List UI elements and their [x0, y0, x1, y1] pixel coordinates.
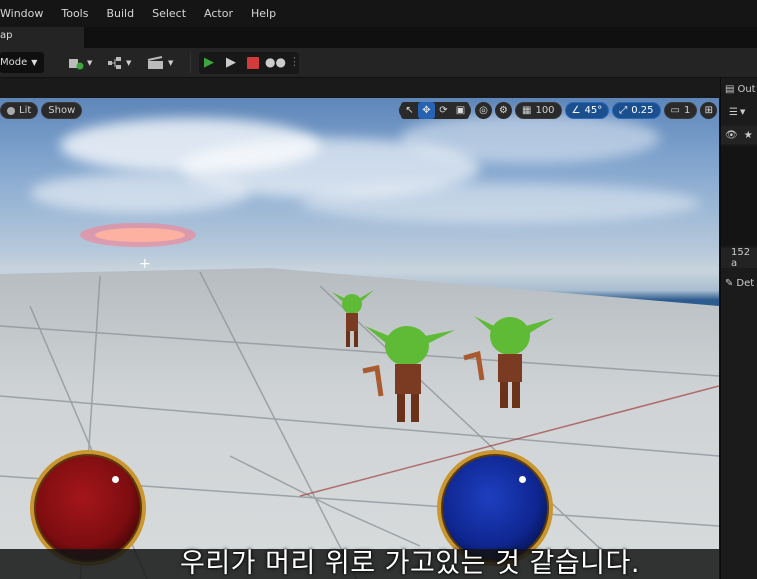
menu-tools[interactable]: Tools: [52, 7, 97, 20]
play-controls: ▶ ▶​ ●● ⋮: [199, 52, 300, 74]
more-options-icon[interactable]: ⋮: [289, 55, 300, 68]
goblin-center[interactable]: [355, 316, 465, 436]
lit-mode-button[interactable]: Lit: [0, 102, 39, 119]
filter-button[interactable]: ☰ ▼: [721, 102, 757, 122]
level-viewport[interactable]: + Lit Show ↖ ✥ ⟳ ▣ ◎ ⚙ ▦ 100 ∠ 45° ⤢ 0.2…: [0, 98, 719, 579]
chevron-down-icon: ▼: [168, 59, 174, 67]
grid-snap-button[interactable]: ▦ 100: [515, 102, 562, 119]
camera-speed-button[interactable]: ▭ 1: [663, 102, 698, 119]
lit-label: Lit: [19, 105, 32, 116]
camera-icon: ▭: [670, 105, 680, 116]
filter-icon: ☰: [729, 106, 738, 118]
orb-highlight: [519, 476, 526, 483]
step-icon[interactable]: ▶​: [226, 55, 236, 70]
crosshair-icon: +: [139, 256, 151, 272]
outliner-label: Out: [737, 83, 756, 95]
outliner-tab[interactable]: ▤ Out: [721, 80, 757, 98]
actor-count: 152 a: [721, 247, 757, 269]
show-button[interactable]: Show: [41, 102, 83, 119]
level-tab-label: ap: [0, 30, 13, 41]
outliner-header: 👁 ★: [721, 126, 757, 144]
details-tab[interactable]: ✎ Det: [721, 274, 757, 292]
menu-build[interactable]: Build: [97, 7, 143, 20]
scale-tool-icon[interactable]: ▣: [452, 102, 469, 119]
details-label: Det: [736, 277, 755, 289]
level-tab-row: ap: [0, 27, 757, 48]
viewport-tab-strip: [0, 78, 720, 98]
angle-icon: ∠: [571, 105, 581, 116]
surface-snap-icon[interactable]: ⚙: [495, 102, 512, 119]
scale-snap-value: 0.25: [631, 105, 654, 116]
actor-count-text: 152 a: [731, 247, 751, 269]
cloud: [30, 173, 250, 213]
chevron-down-icon: ▼: [739, 108, 746, 116]
pencil-icon: ✎: [725, 277, 734, 289]
main-toolbar: Mode ▼ ▼ ▼ ▼ ▶ ▶​ ●● ⋮: [0, 48, 757, 78]
grid-snap-value: 100: [535, 105, 555, 116]
menu-window[interactable]: Window: [0, 7, 52, 20]
chevron-down-icon: ▼: [87, 59, 93, 67]
cloud: [300, 183, 700, 223]
viewport-left-controls: Lit Show: [0, 102, 85, 119]
mode-label: Mode: [0, 57, 28, 68]
menu-help[interactable]: Help: [242, 7, 285, 20]
stop-icon[interactable]: [247, 57, 259, 69]
play-icon[interactable]: ▶: [204, 55, 214, 70]
move-tool-icon[interactable]: ✥: [418, 102, 435, 119]
scale-snap-button[interactable]: ⤢ 0.25: [612, 102, 661, 119]
blueprint-button[interactable]: ▼: [107, 54, 131, 72]
menu-bar: Window Tools Build Select Actor Help: [0, 0, 757, 27]
menu-select[interactable]: Select: [143, 7, 195, 20]
camera-speed-value: 1: [683, 105, 691, 116]
clapperboard-icon: [147, 56, 163, 69]
add-actor-icon: [69, 59, 84, 70]
angle-snap-button[interactable]: ∠ 45°: [564, 102, 610, 119]
world-space-icon[interactable]: ◎: [475, 102, 492, 119]
cloud: [400, 113, 660, 163]
star-icon: ★: [743, 129, 753, 141]
goblin-right[interactable]: [460, 308, 560, 418]
angle-snap-value: 45°: [584, 105, 603, 116]
chevron-down-icon: ▼: [31, 58, 38, 67]
menu-actor[interactable]: Actor: [195, 7, 242, 20]
gamepad-icon[interactable]: ●●: [265, 55, 286, 69]
orb-highlight: [112, 476, 119, 483]
layout-icon[interactable]: ⊞: [700, 102, 718, 119]
show-label: Show: [48, 105, 76, 116]
level-tab[interactable]: ap: [0, 27, 84, 48]
right-side-panel: ▤ Out ☰ ▼ 👁 ★ 152 a ✎ Det: [720, 78, 757, 579]
add-actor-button[interactable]: ▼: [68, 54, 92, 72]
cinematics-button[interactable]: ▼: [147, 54, 173, 72]
outliner-icon: ▤: [725, 83, 735, 95]
sphere-icon: [7, 106, 15, 115]
scale-snap-icon: ⤢: [619, 105, 628, 116]
fire-particle-effect: [80, 223, 196, 247]
mode-dropdown[interactable]: Mode ▼: [0, 52, 44, 73]
outliner-list[interactable]: [721, 146, 757, 246]
video-subtitle: 우리가 머리 위로 가고있는 것 같습니다.: [180, 548, 640, 579]
unreal-editor-window: Window Tools Build Select Actor Help ap …: [0, 0, 757, 579]
chevron-down-icon: ▼: [126, 59, 132, 67]
toolbar-divider: [190, 53, 191, 73]
rotate-tool-icon[interactable]: ⟳: [435, 102, 452, 119]
select-tool-icon[interactable]: ↖: [401, 102, 418, 119]
grid-icon: ▦: [522, 105, 532, 116]
blueprint-icon: [108, 57, 121, 69]
eye-icon: 👁: [725, 129, 738, 141]
viewport-right-controls: ↖ ✥ ⟳ ▣ ◎ ⚙ ▦ 100 ∠ 45° ⤢ 0.25 ▭ 1 ⊞: [399, 102, 718, 119]
